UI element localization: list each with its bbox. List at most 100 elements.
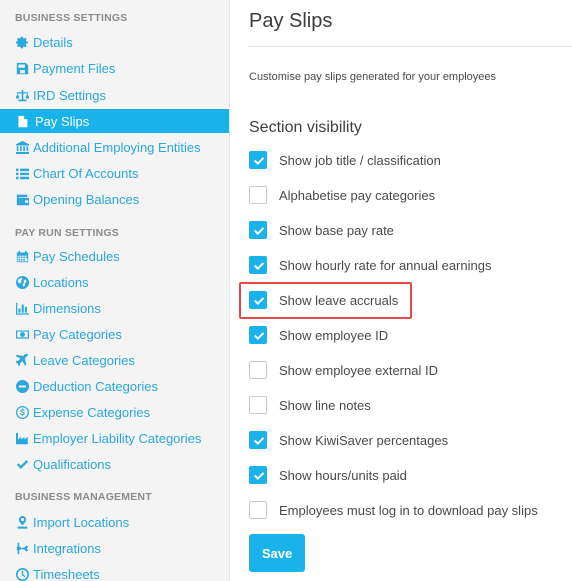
checkmark-icon (254, 262, 265, 270)
sidebar-item-label: Details (33, 34, 73, 50)
sidebar-item-integrations[interactable]: Integrations (0, 536, 229, 560)
gear-icon (15, 35, 29, 49)
checkbox[interactable] (249, 431, 267, 449)
section-title-business-management: BUSINESS MANAGEMENT (15, 491, 152, 503)
calendar-icon (15, 249, 29, 263)
option-label: Show hours/units paid (279, 467, 407, 483)
option-label: Show line notes (279, 397, 371, 413)
section-visibility-heading: Section visibility (249, 119, 362, 136)
document-icon (15, 114, 29, 128)
page-subtitle: Customise pay slips generated for your e… (249, 71, 497, 83)
checkbox[interactable] (249, 186, 267, 204)
option-label: Show employee ID (279, 327, 389, 343)
option-label: Show employee external ID (279, 362, 438, 378)
sidebar-item-label: Integrations (33, 540, 101, 556)
sidebar-item-pay-categories[interactable]: Pay Categories (0, 322, 229, 346)
sidebar-item-pay-schedules[interactable]: Pay Schedules (0, 244, 229, 268)
sidebar-item-label: Chart Of Accounts (33, 165, 139, 181)
checkbox[interactable] (249, 361, 267, 379)
visibility-option[interactable]: Show hours/units paid (249, 464, 407, 486)
sidebar-item-label: Opening Balances (33, 191, 140, 207)
sidebar-item-label: Pay Slips (35, 113, 90, 129)
map-pin-icon (15, 515, 29, 529)
visibility-option[interactable]: Show KiwiSaver percentages (249, 429, 448, 451)
checkbox[interactable] (249, 501, 267, 519)
sidebar-item-pay-slips[interactable]: Pay Slips (0, 109, 229, 133)
visibility-option[interactable]: Show employee ID (249, 324, 388, 346)
option-label: Show KiwiSaver percentages (279, 432, 449, 448)
sidebar-item-payment-files[interactable]: Payment Files (0, 56, 229, 80)
globe-icon (15, 275, 29, 289)
sidebar-item-label: Leave Categories (33, 352, 135, 368)
bank-icon (15, 140, 29, 154)
title-divider (249, 46, 572, 47)
checkbox[interactable] (249, 326, 267, 344)
section-title-pay-run-settings: PAY RUN SETTINGS (15, 227, 119, 239)
sidebar-item-chart-of-accounts[interactable]: Chart Of Accounts (0, 161, 229, 185)
sidebar-item-label: Dimensions (33, 300, 101, 316)
sidebar-item-label: Expense Categories (33, 404, 151, 420)
checkbox[interactable] (249, 466, 267, 484)
sidebar-item-ird-settings[interactable]: IRD Settings (0, 83, 229, 107)
visibility-option[interactable]: Alphabetise pay categories (249, 184, 435, 206)
sidebar-item-deduction-categories[interactable]: Deduction Categories (0, 374, 229, 398)
list-icon (15, 166, 29, 180)
visibility-option[interactable]: Show hourly rate for annual earnings (249, 254, 491, 276)
sidebar-item-details[interactable]: Details (0, 30, 229, 54)
sidebar-item-dimensions[interactable]: Dimensions (0, 296, 229, 320)
minus-circle-icon (15, 379, 29, 393)
sidebar-item-leave-categories[interactable]: Leave Categories (0, 348, 229, 372)
dollar-circle-icon (15, 405, 29, 419)
checkbox[interactable] (249, 256, 267, 274)
checkmark-icon (254, 437, 265, 445)
page-title: Pay Slips (249, 10, 333, 32)
sidebar-item-opening-balances[interactable]: Opening Balances (0, 187, 229, 211)
option-label: Show leave accruals (279, 292, 399, 308)
visibility-option[interactable]: Show job title / classification (249, 149, 441, 171)
clock-icon (15, 567, 29, 581)
visibility-option[interactable]: Show base pay rate (249, 219, 394, 241)
sidebar-item-additional-employing-entities[interactable]: Additional Employing Entities (0, 135, 229, 159)
check-icon (15, 457, 29, 471)
sidebar-item-import-locations[interactable]: Import Locations (0, 510, 229, 534)
sidebar-item-label: Additional Employing Entities (33, 139, 201, 155)
bar-chart-icon (15, 301, 29, 315)
sidebar-item-label: Payment Files (33, 60, 116, 76)
sidebar-item-employer-liability-categories[interactable]: Employer Liability Categories (0, 426, 229, 450)
sidebar-item-qualifications[interactable]: Qualifications (0, 452, 229, 476)
checkbox[interactable] (249, 151, 267, 169)
checkbox[interactable] (249, 396, 267, 414)
checkmark-icon (254, 157, 265, 165)
sidebar-item-timesheets[interactable]: Timesheets (0, 562, 229, 581)
option-label: Show base pay rate (279, 222, 394, 238)
sidebar-item-label: Qualifications (33, 456, 112, 472)
scale-icon (15, 88, 29, 102)
main-content: Pay Slips Customise pay slips generated … (230, 0, 572, 581)
section-title-business-settings: BUSINESS SETTINGS (15, 12, 128, 24)
checkmark-icon (254, 227, 265, 235)
money-icon (15, 327, 29, 341)
checkbox[interactable] (249, 291, 267, 309)
sidebar-item-expense-categories[interactable]: Expense Categories (0, 400, 229, 424)
checkmark-icon (254, 472, 265, 480)
sidebar-item-label: Pay Schedules (33, 248, 120, 264)
industry-icon (15, 431, 29, 445)
plug-icon (15, 541, 29, 555)
visibility-option[interactable]: Employees must log in to download pay sl… (249, 499, 538, 521)
plane-icon (15, 353, 29, 367)
checkbox[interactable] (249, 221, 267, 239)
sidebar-item-label: Import Locations (33, 514, 130, 530)
checkmark-icon (254, 297, 265, 305)
save-button[interactable]: Save (249, 534, 305, 572)
option-label: Show job title / classification (279, 152, 441, 168)
visibility-option[interactable]: Show leave accruals (249, 289, 398, 311)
wallet-icon (15, 192, 29, 206)
visibility-option[interactable]: Show employee external ID (249, 359, 438, 381)
sidebar: BUSINESS SETTINGS Details Payment Files … (0, 0, 230, 581)
sidebar-item-locations[interactable]: Locations (0, 270, 229, 294)
sidebar-item-label: IRD Settings (33, 87, 106, 103)
visibility-option[interactable]: Show line notes (249, 394, 371, 416)
sidebar-item-label: Pay Categories (33, 326, 122, 342)
sidebar-item-label: Employer Liability Categories (33, 430, 202, 446)
checkmark-icon (254, 332, 265, 340)
